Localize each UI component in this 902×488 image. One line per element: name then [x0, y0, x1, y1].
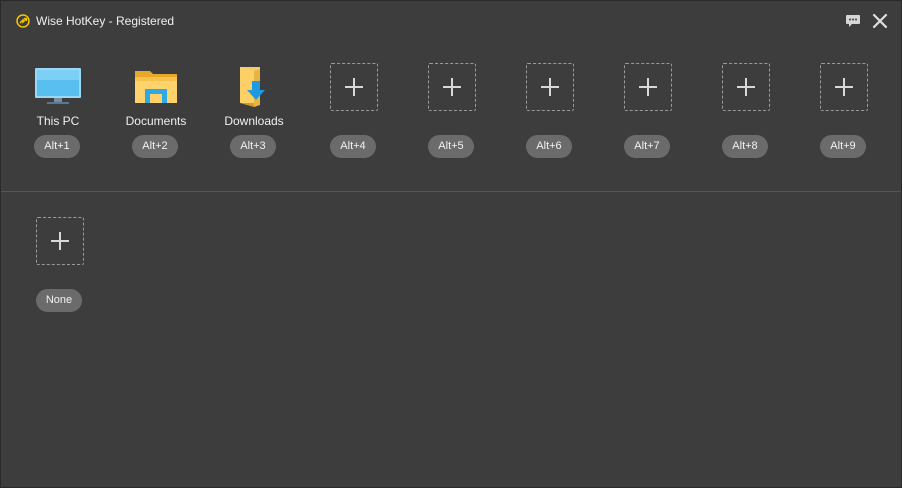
- hotkey-badge[interactable]: Alt+4: [330, 135, 376, 158]
- hotkey-slot-9[interactable]: Alt+9: [799, 63, 889, 173]
- hotkey-badge[interactable]: Alt+8: [722, 135, 768, 158]
- add-shortcut-button[interactable]: [624, 63, 672, 111]
- hotkey-slot-5[interactable]: Alt+5: [407, 63, 497, 173]
- close-icon[interactable]: [871, 12, 889, 30]
- folder-icon: [135, 71, 177, 103]
- hotkey-badge[interactable]: Alt+7: [624, 135, 670, 158]
- monitor-icon: [35, 68, 81, 104]
- hotkey-badge[interactable]: Alt+3: [230, 135, 276, 158]
- hotkey-slot-8[interactable]: Alt+8: [701, 63, 791, 173]
- hotkey-badge[interactable]: Alt+5: [428, 135, 474, 158]
- hotkey-badge[interactable]: Alt+9: [820, 135, 866, 158]
- slot-label: This PC: [36, 114, 80, 128]
- hotkey-badge[interactable]: Alt+2: [132, 135, 178, 158]
- hotkey-slot-extra[interactable]: None: [15, 217, 105, 327]
- add-shortcut-button[interactable]: [36, 217, 84, 265]
- hotkey-badge[interactable]: Alt+6: [526, 135, 572, 158]
- downloads-folder-icon: [240, 67, 265, 107]
- slot-label: Documents: [125, 114, 187, 128]
- hotkey-slot-6[interactable]: Alt+6: [505, 63, 595, 173]
- title-bar: Wise HotKey - Registered: [1, 1, 901, 41]
- chat-bubble-icon[interactable]: [844, 12, 862, 30]
- hotkey-slot-downloads[interactable]: Downloads Alt+3: [209, 63, 299, 173]
- add-shortcut-button[interactable]: [330, 63, 378, 111]
- section-divider: [1, 191, 901, 192]
- app-window: Wise HotKey - Registered This PC Alt+1 D…: [0, 0, 902, 488]
- slot-label: Downloads: [224, 114, 284, 128]
- add-shortcut-button[interactable]: [428, 63, 476, 111]
- hotkey-slot-this-pc[interactable]: This PC Alt+1: [13, 63, 103, 173]
- hotkey-badge[interactable]: None: [36, 289, 82, 312]
- add-shortcut-button[interactable]: [820, 63, 868, 111]
- hotkey-app-icon: [16, 14, 30, 28]
- window-title: Wise HotKey - Registered: [36, 14, 175, 28]
- hotkey-slot-documents[interactable]: Documents Alt+2: [111, 63, 201, 173]
- add-shortcut-button[interactable]: [722, 63, 770, 111]
- hotkey-badge[interactable]: Alt+1: [34, 135, 80, 158]
- add-shortcut-button[interactable]: [526, 63, 574, 111]
- hotkey-slot-4[interactable]: Alt+4: [309, 63, 399, 173]
- hotkey-slot-7[interactable]: Alt+7: [603, 63, 693, 173]
